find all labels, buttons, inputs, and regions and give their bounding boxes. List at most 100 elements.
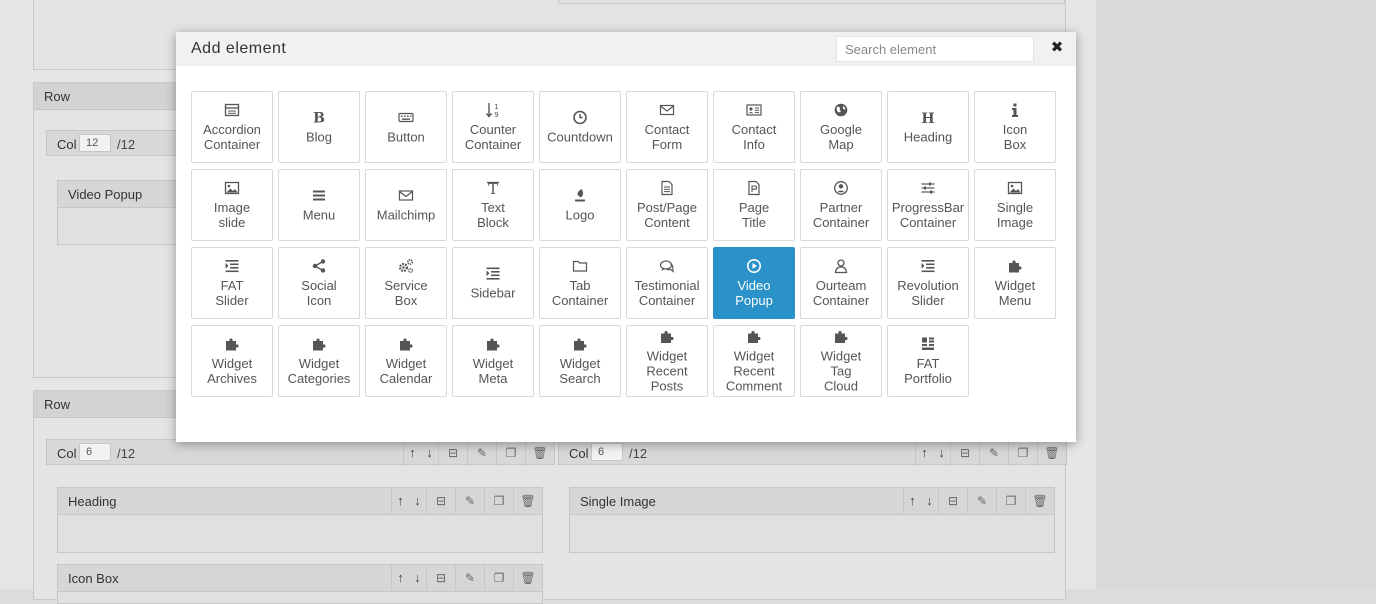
element-tile-tab-container[interactable]: Tab Container — [539, 247, 621, 319]
element-tile-widget-recent-posts[interactable]: Widget Recent Posts — [626, 325, 708, 397]
trash-icon[interactable]: 🗑 — [525, 440, 554, 466]
collapse-icon[interactable]: ⊟ — [426, 488, 455, 514]
copy-icon[interactable]: ❐ — [484, 565, 513, 591]
element-tile-fat-slider[interactable]: FAT Slider — [191, 247, 273, 319]
copy-icon[interactable]: ❐ — [1008, 440, 1037, 466]
element-tile-accordion-container[interactable]: Accordion Container — [191, 91, 273, 163]
element-tile-icon-box[interactable]: Icon Box — [974, 91, 1056, 163]
element-tile-widget-tag-cloud[interactable]: Widget Tag Cloud — [800, 325, 882, 397]
element-tile-widget-categories[interactable]: Widget Categories — [278, 325, 360, 397]
copy-icon[interactable]: ❐ — [484, 488, 513, 514]
element-tile-fat-portfolio[interactable]: FAT Portfolio — [887, 325, 969, 397]
element-tile-widget-meta[interactable]: Widget Meta — [452, 325, 534, 397]
move-down-icon[interactable]: ↓ — [409, 565, 426, 591]
edit-icon[interactable]: ✎ — [979, 440, 1008, 466]
tile-content: Widget Tag Cloud — [801, 329, 881, 394]
element-box-single-image: Single Image ↑ ↓ ⊟ ✎ ❐ 🗑 — [569, 487, 1055, 553]
tile-label: Video Popup — [735, 278, 773, 308]
element-tools: ↑ ↓ ⊟ ✎ ❐ 🗑 — [903, 488, 1054, 514]
move-down-icon[interactable]: ↓ — [933, 440, 950, 466]
trash-icon[interactable]: 🗑 — [1037, 440, 1066, 466]
element-tile-google-map[interactable]: Google Map — [800, 91, 882, 163]
column-width-input[interactable]: 12 — [79, 134, 111, 152]
element-tile-revolution-slider[interactable]: Revolution Slider — [887, 247, 969, 319]
tile-label: Icon Box — [1002, 122, 1028, 152]
search-element-input[interactable] — [836, 36, 1034, 62]
element-tile-heading[interactable]: H Heading — [887, 91, 969, 163]
move-down-icon[interactable]: ↓ — [921, 488, 938, 514]
element-tile-progressbar-container[interactable]: ProgressBar Container — [887, 169, 969, 241]
move-up-icon[interactable]: ↑ — [915, 440, 933, 466]
element-title: Single Image — [580, 494, 656, 509]
element-header[interactable]: Heading ↑ ↓ ⊟ ✎ ❐ 🗑 — [58, 488, 542, 515]
element-header[interactable]: Icon Box ↑ ↓ ⊟ ✎ ❐ 🗑 — [58, 565, 542, 592]
element-tile-sidebar[interactable]: Sidebar — [452, 247, 534, 319]
element-tile-contact-info[interactable]: Contact Info — [713, 91, 795, 163]
tile-content: Video Popup — [714, 258, 794, 308]
move-up-icon[interactable]: ↑ — [391, 488, 409, 514]
element-tile-page-title[interactable]: Page Title — [713, 169, 795, 241]
close-icon[interactable]: ✖ — [1048, 39, 1066, 57]
tile-label: Image slide — [213, 200, 251, 230]
copy-icon[interactable]: ❐ — [996, 488, 1025, 514]
edit-icon[interactable]: ✎ — [455, 488, 484, 514]
counter-icon: 19 — [453, 102, 533, 120]
collapse-icon[interactable]: ⊟ — [438, 440, 467, 466]
element-tile-logo[interactable]: Logo — [539, 169, 621, 241]
element-tile-widget-recent-comment[interactable]: Widget Recent Comment — [713, 325, 795, 397]
element-tile-single-image[interactable]: Single Image — [974, 169, 1056, 241]
collapse-icon[interactable]: ⊟ — [938, 488, 967, 514]
trash-icon[interactable]: 🗑 — [1025, 488, 1054, 514]
element-tile-menu[interactable]: Menu — [278, 169, 360, 241]
edit-icon[interactable]: ✎ — [467, 440, 496, 466]
element-tile-text-block[interactable]: T Text Block — [452, 169, 534, 241]
tile-content: Ourteam Container — [801, 258, 881, 308]
element-tile-image-slide[interactable]: Image slide — [191, 169, 273, 241]
element-tile-video-popup[interactable]: Video Popup — [713, 247, 795, 319]
tile-label: Tab Container — [551, 278, 609, 308]
move-up-icon[interactable]: ↑ — [903, 488, 921, 514]
tile-content: FAT Slider — [192, 258, 272, 308]
element-tile-testimonial-container[interactable]: Testimonial Container — [626, 247, 708, 319]
tile-content: Widget Categories — [279, 336, 359, 386]
edit-icon[interactable]: ✎ — [967, 488, 996, 514]
tile-content: Button — [366, 110, 446, 145]
element-tile-widget-menu[interactable]: Widget Menu — [974, 247, 1056, 319]
element-tile-blog[interactable]: B Blog — [278, 91, 360, 163]
move-down-icon[interactable]: ↓ — [409, 488, 426, 514]
puzzle-icon — [366, 336, 446, 354]
element-tile-ourteam-container[interactable]: Ourteam Container — [800, 247, 882, 319]
puzzle-icon — [801, 329, 881, 347]
element-header[interactable]: Single Image ↑ ↓ ⊟ ✎ ❐ 🗑 — [570, 488, 1054, 515]
tile-label: Widget Archives — [207, 356, 257, 386]
column-width-input[interactable]: 6 — [79, 443, 111, 461]
element-tile-widget-archives[interactable]: Widget Archives — [191, 325, 273, 397]
trash-icon[interactable]: 🗑 — [513, 565, 542, 591]
sliders-icon — [888, 180, 968, 198]
folder-icon — [540, 258, 620, 276]
tile-content: H Heading — [888, 110, 968, 145]
move-down-icon[interactable]: ↓ — [421, 440, 438, 466]
tile-content: Widget Menu — [975, 258, 1055, 308]
trash-icon[interactable]: 🗑 — [513, 488, 542, 514]
element-tile-mailchimp[interactable]: Mailchimp — [365, 169, 447, 241]
share-icon — [279, 258, 359, 276]
move-up-icon[interactable]: ↑ — [391, 565, 409, 591]
collapse-icon[interactable]: ⊟ — [426, 565, 455, 591]
element-tile-social-icon[interactable]: Social Icon — [278, 247, 360, 319]
element-tile-widget-calendar[interactable]: Widget Calendar — [365, 325, 447, 397]
element-tile-widget-search[interactable]: Widget Search — [539, 325, 621, 397]
move-up-icon[interactable]: ↑ — [403, 440, 421, 466]
copy-icon[interactable]: ❐ — [496, 440, 525, 466]
element-tile-service-box[interactable]: Service Box — [365, 247, 447, 319]
element-tile-counter-container[interactable]: 1 9 Counter Container — [452, 91, 534, 163]
element-tile-post-page-content[interactable]: Post/Page Content — [626, 169, 708, 241]
column-width-input[interactable]: 6 — [591, 443, 623, 461]
element-tile-countdown[interactable]: Countdown — [539, 91, 621, 163]
element-tile-contact-form[interactable]: Contact Form — [626, 91, 708, 163]
collapse-icon[interactable]: ⊟ — [950, 440, 979, 466]
element-tile-button[interactable]: Button — [365, 91, 447, 163]
document-icon — [627, 180, 707, 198]
edit-icon[interactable]: ✎ — [455, 565, 484, 591]
element-tile-partner-container[interactable]: Partner Container — [800, 169, 882, 241]
